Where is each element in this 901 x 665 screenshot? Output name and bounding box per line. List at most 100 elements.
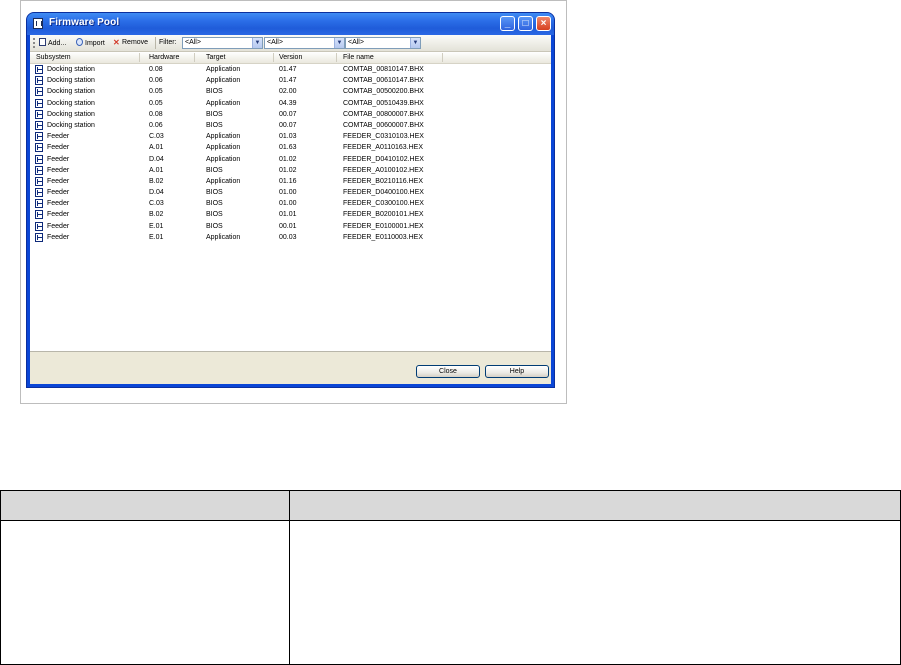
chevron-down-icon: ▼ (252, 38, 262, 48)
table-row[interactable]: Docking station 0.06 Application 01.47 COMTA… (30, 75, 551, 86)
table-row[interactable]: Feeder D.04 Application 01.02 FEEDER_D041010… (30, 154, 551, 165)
column-header-hardware[interactable]: Hardware (149, 53, 179, 62)
cell-target: Application (206, 99, 241, 107)
table-row[interactable]: Docking station 0.08 Application 01.47 COMTA… (30, 64, 551, 75)
filter-hardware-value: <All> (267, 39, 283, 46)
table-row[interactable]: Docking station 0.05 BIOS 02.00 COMTAB_00500… (30, 86, 551, 97)
cell-target: BIOS (206, 121, 223, 129)
firmware-file-icon (35, 176, 43, 186)
table-row[interactable]: Feeder A.01 Application 01.63 FEEDER_A011016… (30, 142, 551, 153)
cell-target: Application (206, 133, 241, 141)
cell-file-name: FEEDER_B0210116.HEX (343, 177, 424, 185)
table-row[interactable]: Feeder C.03 Application 01.03 FEEDER_C031010… (30, 131, 551, 142)
column-header-target[interactable]: Target (206, 53, 225, 62)
column-divider[interactable] (139, 53, 140, 62)
cell-file-name: FEEDER_A0110163.HEX (343, 144, 424, 152)
add-label: Add... (48, 40, 67, 47)
cell-hardware: B.02 (149, 211, 164, 219)
cell-file-name: FEEDER_E0100001.HEX (343, 222, 424, 230)
cell-version: 01.47 (279, 66, 297, 73)
firmware-file-icon (35, 120, 43, 130)
title-bar[interactable]: Firmware Pool _ □ × (27, 13, 554, 35)
cell-version: 01.00 (279, 200, 297, 208)
firmware-file-icon (35, 165, 43, 175)
minimize-button[interactable]: _ (500, 16, 515, 31)
cell-target: BIOS (206, 166, 223, 174)
cell-target: Application (206, 155, 241, 163)
cell-subsystem: Feeder (47, 177, 70, 185)
table-row[interactable]: Docking station 0.05 Application 04.39 COMTA… (30, 98, 551, 109)
filter-target-select[interactable]: <All> ▼ (345, 37, 421, 49)
cell-file-name: FEEDER_D0410102.HEX (343, 155, 424, 163)
table-row[interactable]: Feeder B.02 Application 01.16 FEEDER_B021011… (30, 176, 551, 187)
filter-target-value: <All> (348, 39, 364, 46)
firmware-file-icon (35, 87, 43, 97)
toolbar-separator (155, 37, 156, 49)
firmware-pool-window: Firmware Pool _ □ × Add... Import ✕ Remov… (27, 13, 554, 387)
table-row[interactable]: Feeder D.04 BIOS 01.00 FEEDER_D0400100.HEX (30, 187, 551, 198)
help-button[interactable]: Help (485, 365, 549, 378)
cell-target: BIOS (206, 222, 223, 230)
table-row[interactable]: Feeder E.01 BIOS 00.01 FEEDER_E0100001.HEX (30, 221, 551, 232)
cell-target: BIOS (206, 211, 223, 219)
firmware-file-icon (35, 109, 43, 119)
cell-hardware: 0.08 (149, 110, 163, 118)
cell-file-name: COMTAB_00500200.BHX (343, 88, 424, 96)
cell-subsystem: Feeder (47, 189, 70, 197)
import-label: Import (85, 40, 105, 47)
column-divider[interactable] (273, 53, 274, 62)
firmware-file-icon (35, 132, 43, 142)
firmware-file-icon (35, 143, 43, 153)
cell-file-name: COMTAB_00810147.BHX (343, 66, 424, 73)
firmware-file-icon (35, 232, 43, 242)
cell-version: 01.47 (279, 77, 297, 85)
firmware-list[interactable]: Subsystem Hardware Target Version File n… (30, 52, 551, 352)
cell-hardware: 0.05 (149, 88, 163, 96)
column-header-file-name[interactable]: File name (343, 53, 374, 62)
cell-target: BIOS (206, 88, 223, 96)
cell-subsystem: Docking station (47, 110, 95, 118)
firmware-file-icon (35, 154, 43, 164)
table-row[interactable]: Feeder A.01 BIOS 01.02 FEEDER_A0100102.HEX (30, 165, 551, 176)
cell-file-name: FEEDER_C0300100.HEX (343, 200, 424, 208)
cell-subsystem: Feeder (47, 222, 70, 230)
filter-label: Filter: (159, 39, 177, 46)
cell-hardware: A.01 (149, 166, 164, 174)
column-divider[interactable] (336, 53, 337, 62)
cell-version: 01.63 (279, 144, 297, 152)
close-button[interactable]: Close (416, 365, 480, 378)
table-row[interactable]: Feeder C.03 BIOS 01.00 FEEDER_C0300100.HEX (30, 198, 551, 209)
table-row[interactable]: Feeder B.02 BIOS 01.01 FEEDER_B0200101.HEX (30, 209, 551, 220)
toolbar-grip[interactable] (33, 38, 37, 48)
maximize-button[interactable]: □ (518, 16, 533, 31)
cell-target: BIOS (206, 110, 223, 118)
column-divider[interactable] (194, 53, 195, 62)
cell-file-name: COMTAB_00800007.BHX (343, 110, 424, 118)
cell-version: 00.07 (279, 110, 297, 118)
cell-target: Application (206, 233, 241, 241)
dialog-client: Add... Import ✕ Remove Filter: <All> ▼ <A… (30, 35, 551, 384)
cell-target: Application (206, 144, 241, 152)
table-cell (0, 520, 290, 665)
list-rows: Docking station 0.08 Application 01.47 COMTA… (30, 64, 551, 243)
column-divider[interactable] (442, 53, 443, 62)
table-row[interactable]: Docking station 0.06 BIOS 00.07 COMTAB_00600… (30, 120, 551, 131)
close-window-button[interactable]: × (536, 16, 551, 31)
cell-version: 01.01 (279, 211, 297, 219)
cell-hardware: D.04 (149, 155, 164, 163)
filter-hardware-select[interactable]: <All> ▼ (264, 37, 345, 49)
table-row[interactable]: Feeder E.01 Application 00.03 FEEDER_E011000… (30, 232, 551, 243)
column-header-version[interactable]: Version (279, 53, 302, 62)
table-row[interactable]: Docking station 0.08 BIOS 00.07 COMTAB_00800… (30, 109, 551, 120)
add-button[interactable]: Add... (39, 38, 66, 48)
remove-button[interactable]: ✕ Remove (113, 38, 148, 48)
cell-target: BIOS (206, 200, 223, 208)
cell-subsystem: Docking station (47, 121, 95, 129)
table-header-cell (289, 490, 901, 521)
cell-version: 00.01 (279, 222, 297, 230)
import-button[interactable]: Import (76, 38, 105, 48)
cell-version: 00.07 (279, 121, 297, 129)
column-header-subsystem[interactable]: Subsystem (36, 53, 71, 62)
filter-subsystem-select[interactable]: <All> ▼ (182, 37, 263, 49)
cell-hardware: D.04 (149, 189, 164, 197)
